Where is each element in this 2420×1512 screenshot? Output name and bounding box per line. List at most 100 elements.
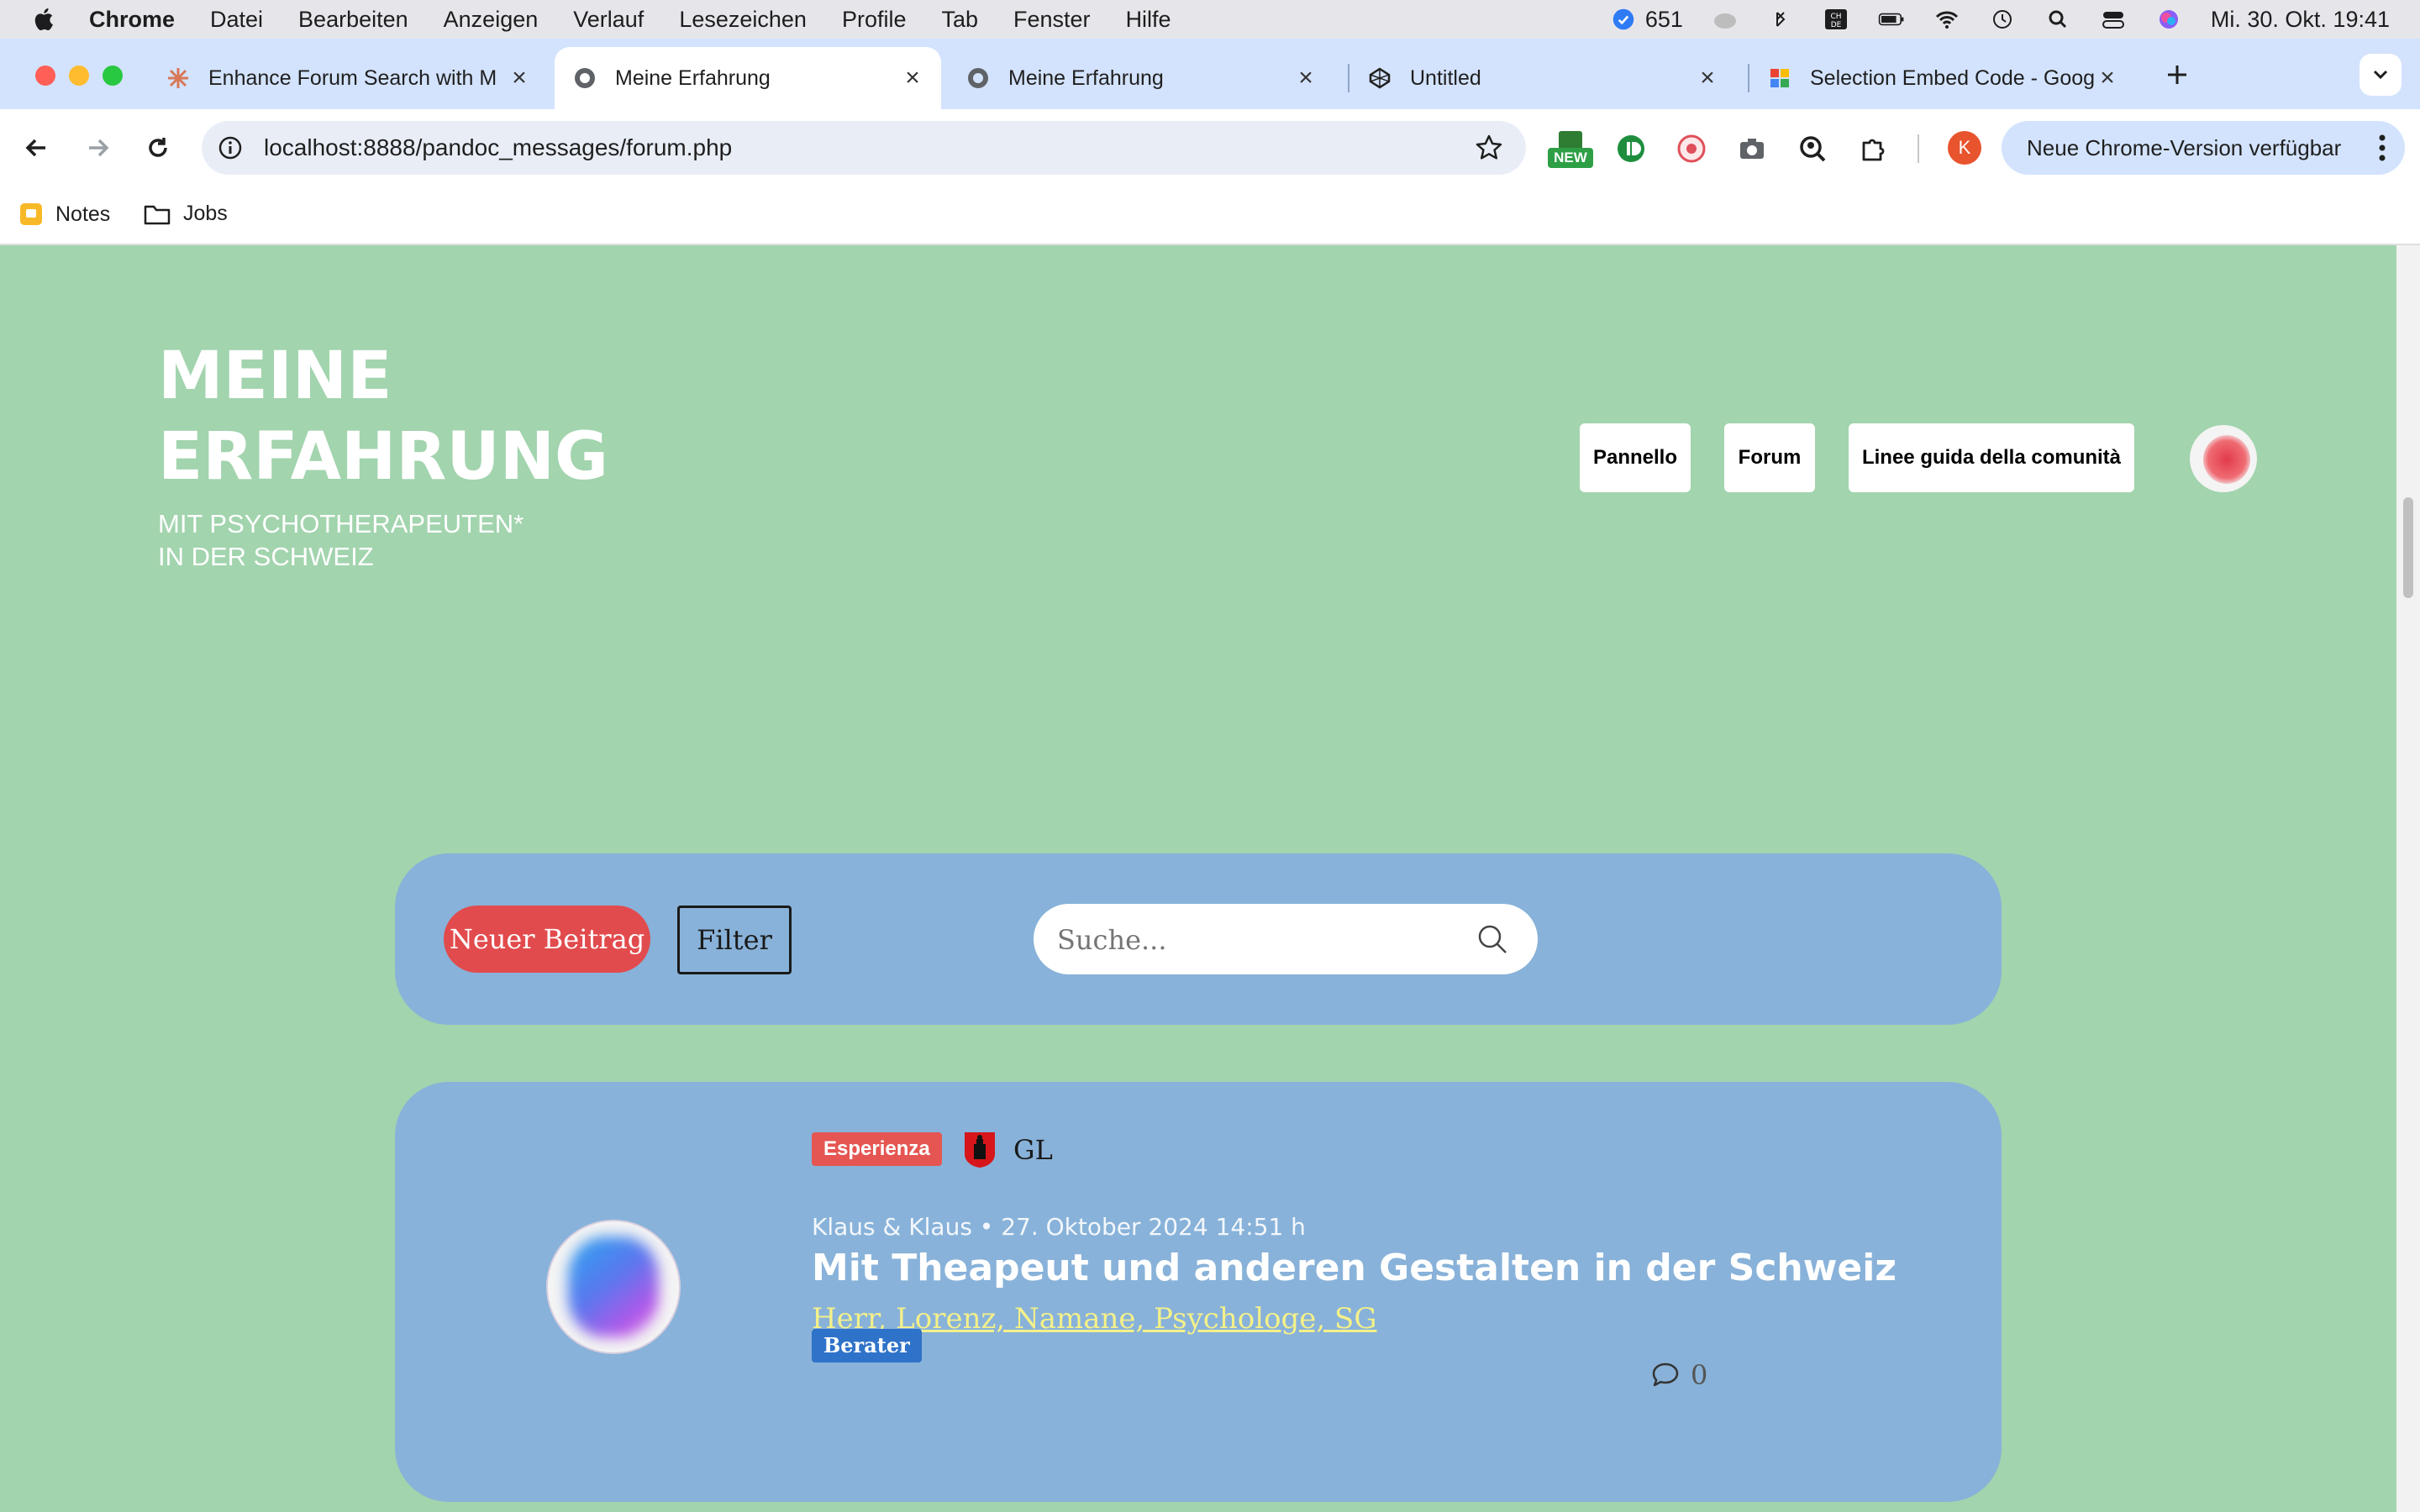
page-scrollbar[interactable] bbox=[2396, 245, 2420, 1512]
bookmark-star-icon[interactable] bbox=[1474, 133, 1504, 163]
avatar-image bbox=[2203, 435, 2250, 484]
svg-text:CH: CH bbox=[1830, 13, 1841, 21]
forward-arrow-icon[interactable] bbox=[81, 131, 114, 165]
tab-close-icon[interactable]: × bbox=[1696, 66, 1719, 91]
reload-icon[interactable] bbox=[141, 131, 175, 165]
keyboard-layout-icon[interactable]: CHDE bbox=[1823, 8, 1849, 31]
camera-extension-icon[interactable] bbox=[1736, 133, 1768, 165]
new-badge: NEW bbox=[1548, 148, 1593, 168]
menu-app-name[interactable]: Chrome bbox=[89, 7, 175, 33]
chrome-tab-strip: Enhance Forum Search with M × Meine Erfa… bbox=[0, 39, 2420, 109]
nav-community-guidelines-button[interactable]: Linee guida della comunità bbox=[1849, 423, 2134, 492]
time-machine-icon[interactable] bbox=[1989, 8, 2016, 31]
scrollbar-thumb[interactable] bbox=[2403, 497, 2413, 598]
tab-close-icon[interactable]: × bbox=[1294, 66, 1318, 91]
tab-close-icon[interactable]: × bbox=[508, 66, 531, 91]
record-extension-icon[interactable] bbox=[1676, 133, 1707, 165]
new-post-button[interactable]: Neuer Beitrag bbox=[444, 906, 650, 973]
window-minimize-button[interactable] bbox=[69, 66, 89, 86]
google-apps-script-favicon-icon bbox=[1770, 69, 1789, 87]
globe-favicon-icon bbox=[575, 68, 595, 88]
role-badge: Berater bbox=[812, 1329, 922, 1362]
menu-bearbeiten[interactable]: Bearbeiten bbox=[298, 7, 408, 33]
tab-close-icon[interactable]: × bbox=[2096, 66, 2119, 91]
filter-button[interactable]: Filter bbox=[677, 906, 792, 974]
site-tagline: MIT PSYCHOTHERAPEUTEN* IN DER SCHWEIZ bbox=[158, 509, 524, 571]
author-avatar[interactable] bbox=[546, 1220, 681, 1354]
update-label: Neue Chrome-Version verfügbar bbox=[2027, 135, 2342, 160]
search-input[interactable] bbox=[1055, 904, 1462, 976]
wifi-icon[interactable] bbox=[1933, 8, 1960, 31]
folder-icon bbox=[144, 205, 171, 224]
mail-app-icon bbox=[1612, 8, 1634, 30]
avatar-image bbox=[568, 1236, 659, 1337]
tab-enhance-forum-search[interactable]: Enhance Forum Search with M × bbox=[148, 47, 548, 109]
tab-meine-erfahrung-active[interactable]: Meine Erfahrung × bbox=[555, 47, 941, 109]
site-info-icon[interactable] bbox=[217, 134, 244, 161]
forum-action-panel: Neuer Beitrag Filter bbox=[395, 853, 2002, 1025]
bookmark-notes[interactable]: Notes bbox=[18, 202, 110, 227]
comment-count[interactable]: 0 bbox=[1650, 1359, 1707, 1391]
spotlight-search-icon[interactable] bbox=[2044, 8, 2071, 31]
globe-favicon-icon bbox=[968, 68, 988, 88]
menu-anzeigen[interactable]: Anzeigen bbox=[444, 7, 539, 33]
bookmark-jobs[interactable]: Jobs bbox=[143, 202, 228, 226]
search-icon[interactable] bbox=[1476, 922, 1509, 956]
address-bar[interactable]: localhost:8888/pandoc_messages/forum.php bbox=[202, 121, 1526, 175]
canton-label: GL bbox=[1013, 1134, 1053, 1166]
tab-selection-embed-code[interactable]: Selection Embed Code - Goog × bbox=[1749, 47, 2136, 109]
bookmarks-bar: Notes Jobs bbox=[0, 186, 2420, 245]
kebab-menu-icon[interactable] bbox=[2378, 133, 2386, 163]
back-arrow-icon[interactable] bbox=[20, 131, 54, 165]
menu-status-area: 651 CH DE Mi. 30. Okt. 19:41 bbox=[1610, 0, 2390, 39]
bluetooth-icon[interactable] bbox=[1767, 8, 1794, 31]
menu-profile[interactable]: Profile bbox=[842, 7, 907, 33]
cloud-icon[interactable] bbox=[1712, 8, 1739, 31]
codepen-favicon-icon bbox=[1369, 67, 1391, 89]
extension-new-badge[interactable]: NEW bbox=[1548, 128, 1593, 171]
url-text[interactable]: localhost:8888/pandoc_messages/forum.php bbox=[264, 121, 732, 175]
user-avatar[interactable] bbox=[2190, 425, 2257, 492]
window-close-button[interactable] bbox=[35, 66, 55, 86]
battery-icon[interactable] bbox=[1878, 8, 1905, 31]
category-badge[interactable]: Esperienza bbox=[812, 1132, 942, 1166]
chrome-toolbar: localhost:8888/pandoc_messages/forum.php… bbox=[0, 109, 2420, 186]
search-box bbox=[1034, 904, 1538, 976]
siri-icon[interactable] bbox=[2155, 8, 2182, 31]
tab-meine-erfahrung[interactable]: Meine Erfahrung × bbox=[948, 47, 1334, 109]
comment-bubble-icon bbox=[1652, 1362, 1679, 1387]
menu-fenster[interactable]: Fenster bbox=[1013, 7, 1091, 33]
canton-coat-of-arms-icon bbox=[965, 1132, 995, 1168]
post-title[interactable]: Mit Theapeut und anderen Gestalten in de… bbox=[812, 1247, 1897, 1289]
tab-untitled[interactable]: Untitled × bbox=[1349, 47, 1736, 109]
tab-close-icon[interactable]: × bbox=[901, 66, 924, 91]
zoom-search-extension-icon[interactable] bbox=[1797, 133, 1828, 165]
control-center-icon[interactable] bbox=[2100, 8, 2127, 31]
chrome-update-button[interactable]: Neue Chrome-Version verfügbar bbox=[2002, 121, 2405, 175]
menu-hilfe[interactable]: Hilfe bbox=[1126, 7, 1171, 33]
mail-status[interactable]: 651 bbox=[1610, 7, 1683, 33]
grammar-extension-icon[interactable] bbox=[1615, 133, 1647, 165]
tab-search-button[interactable] bbox=[2360, 54, 2402, 96]
post-meta: Klaus & Klaus • 27. Oktober 2024 14:51 h bbox=[812, 1213, 1306, 1241]
menu-tab[interactable]: Tab bbox=[941, 7, 978, 33]
chevron-down-icon bbox=[2373, 70, 2388, 80]
notes-icon bbox=[20, 203, 42, 225]
site-logo[interactable]: MEINE ERFAHRUNG bbox=[158, 336, 608, 497]
nav-forum-button[interactable]: Forum bbox=[1724, 423, 1815, 492]
svg-text:DE: DE bbox=[1831, 21, 1842, 29]
profile-avatar[interactable]: K bbox=[1948, 131, 1981, 165]
menu-datei[interactable]: Datei bbox=[210, 7, 263, 33]
clock-datetime[interactable]: Mi. 30. Okt. 19:41 bbox=[2211, 7, 2390, 33]
menu-lesezeichen[interactable]: Lesezeichen bbox=[679, 7, 807, 33]
extensions-puzzle-icon[interactable] bbox=[1857, 133, 1889, 165]
toolbar-divider bbox=[1918, 134, 1919, 163]
menu-verlauf[interactable]: Verlauf bbox=[573, 7, 644, 33]
forum-post-card[interactable]: Esperienza GL Klaus & Klaus • 27. Oktobe… bbox=[395, 1082, 2002, 1502]
mail-count: 651 bbox=[1644, 6, 1683, 32]
nav-pannello-button[interactable]: Pannello bbox=[1580, 423, 1691, 492]
apple-icon[interactable] bbox=[30, 5, 59, 34]
new-tab-plus-icon[interactable] bbox=[2165, 62, 2190, 87]
web-page: MEINE ERFAHRUNG MIT PSYCHOTHERAPEUTEN* I… bbox=[0, 245, 2396, 1512]
window-zoom-button[interactable] bbox=[103, 66, 123, 86]
